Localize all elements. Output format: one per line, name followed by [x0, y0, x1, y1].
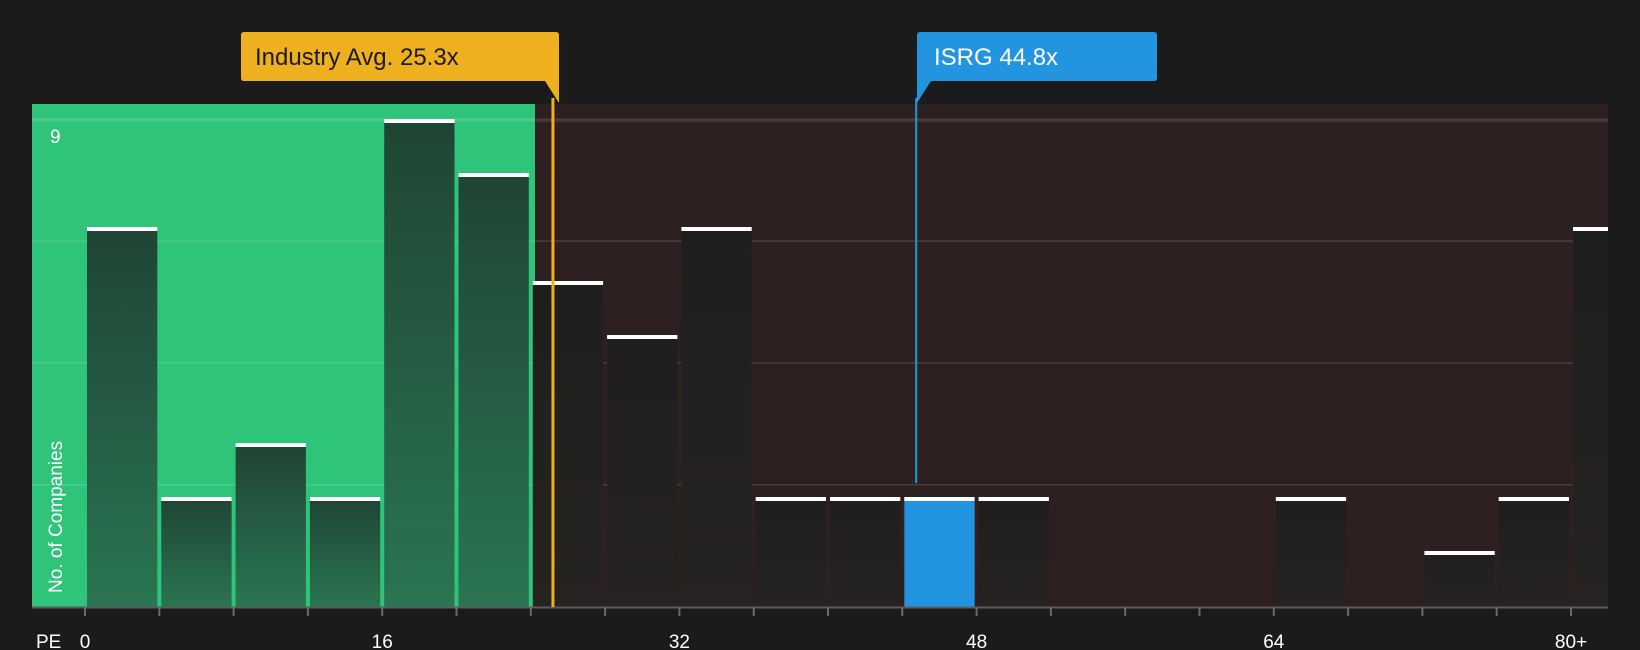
- histogram-bar-cap: [607, 335, 678, 339]
- y-axis-label: No. of Companies: [46, 441, 67, 593]
- histogram-bar-cap: [87, 227, 158, 231]
- chart-canvas: 0 16 32 48 64 80+ 9 No. of Companies PE Indus…: [32, 32, 1608, 650]
- x-tick-label: 48: [966, 632, 987, 650]
- pe-distribution-chart: 0 16 32 48 64 80+ 9 No. of Companies PE Indus…: [0, 0, 1640, 650]
- company-pe-label: ISRG 44.8x: [934, 44, 1058, 71]
- histogram-bar-cap: [1498, 497, 1569, 501]
- histogram-bar-cap: [681, 227, 752, 231]
- histogram-bar: [755, 499, 826, 607]
- histogram-bar-cap: [1275, 497, 1347, 501]
- histogram-bar-cap: [309, 497, 381, 501]
- x-tick-label: 16: [372, 632, 393, 650]
- histogram-bar-cap: [161, 497, 232, 501]
- histogram-bar-cap: [1573, 227, 1608, 231]
- histogram-bar-cap: [235, 443, 306, 447]
- histogram-bar: [978, 499, 1049, 607]
- histogram-bar-cap: [1424, 551, 1495, 555]
- x-tick-label: 0: [80, 632, 91, 650]
- histogram-bar: [87, 229, 158, 607]
- x-axis-label: PE: [36, 632, 61, 650]
- x-tick-label: 80+: [1555, 632, 1587, 650]
- histogram-bar: [384, 121, 455, 607]
- histogram-bar: [1275, 499, 1347, 607]
- histogram-bar-cap: [532, 281, 604, 285]
- histogram-bar: [309, 499, 381, 607]
- histogram-bar: [235, 445, 306, 607]
- histogram-bar: [904, 499, 975, 607]
- histogram-bar: [532, 283, 604, 607]
- histogram-bar: [458, 175, 529, 607]
- histogram-bar-cap: [384, 119, 455, 123]
- histogram-bar-cap: [830, 497, 901, 501]
- histogram-bar-cap: [978, 497, 1049, 501]
- x-tick-label: 32: [669, 632, 690, 650]
- histogram-bar-cap: [755, 497, 826, 501]
- histogram-bar: [1573, 229, 1608, 607]
- y-tick-label-max: 9: [50, 127, 61, 148]
- x-tick-label: 64: [1263, 632, 1285, 650]
- industry-average-label: Industry Avg. 25.3x: [255, 44, 459, 71]
- histogram-bar: [1498, 499, 1569, 607]
- histogram-bar-cap: [904, 497, 975, 501]
- histogram-bar: [161, 499, 232, 607]
- histogram-bar: [1424, 553, 1495, 607]
- x-axis: 0 16 32 48 64 80+: [32, 606, 1608, 650]
- histogram-bar-cap: [458, 173, 529, 177]
- histogram-bar: [830, 499, 901, 607]
- histogram-bar: [681, 229, 752, 607]
- histogram-bar: [607, 337, 678, 607]
